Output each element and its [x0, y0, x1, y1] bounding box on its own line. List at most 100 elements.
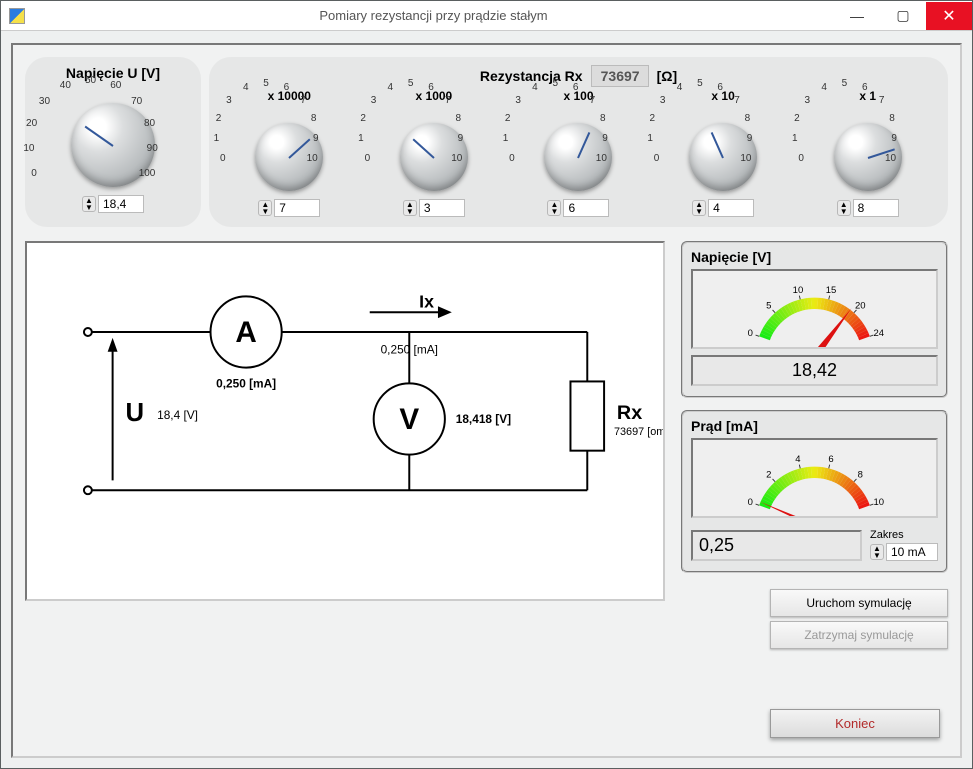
start-simulation-button[interactable]: Uruchom symulację: [770, 589, 948, 617]
decade-tick-label: 8: [311, 113, 317, 124]
decade-tick-label: 0: [654, 153, 660, 164]
voltage-tick-label: 70: [131, 96, 142, 107]
schem-ix-label: Ix: [419, 291, 434, 311]
voltage-tick-label: 30: [39, 96, 50, 107]
voltage-tick-label: 20: [26, 118, 37, 129]
decade-knob-scale: 012345678910: [790, 83, 946, 213]
decade-tick-label: 6: [862, 82, 868, 93]
voltage-meter-panel: Napięcie [V] 0510152024 18,42: [681, 241, 948, 398]
decade-tick-label: 7: [879, 95, 885, 106]
voltage-tick-label: 50: [85, 75, 96, 86]
end-button[interactable]: Koniec: [770, 709, 940, 738]
decade-tick-label: 10: [451, 153, 462, 164]
gauge-tick-label: 6: [828, 454, 833, 465]
decades-panel: Rezystancja Rx 73697 [Ω] x 1000001234567…: [209, 57, 948, 227]
voltage-panel-title: Napięcie U [V]: [35, 65, 191, 81]
decade-tick-label: 1: [358, 133, 364, 144]
gauge-tick-label: 0: [748, 497, 753, 508]
decade-tick-label: 7: [590, 95, 596, 106]
current-range-field[interactable]: 10 mA: [886, 543, 938, 561]
gauge-tick-label: 4: [795, 454, 800, 465]
decade-cell: x 100012345678910▲▼6: [515, 89, 641, 217]
decade-tick-label: 1: [214, 133, 220, 144]
minimize-button[interactable]: —: [834, 2, 880, 30]
decade-knob-scale: 012345678910: [645, 83, 801, 213]
decade-cell: x 10012345678910▲▼4: [660, 89, 786, 217]
decade-tick-label: 6: [717, 82, 723, 93]
decade-tick-label: 2: [505, 113, 511, 124]
decade-tick-label: 0: [365, 153, 371, 164]
decade-tick-label: 0: [509, 153, 515, 164]
voltage-tick-label: 40: [60, 80, 71, 91]
decade-tick-label: 8: [455, 113, 461, 124]
decade-tick-label: 3: [371, 95, 377, 106]
decade-tick-label: 10: [885, 153, 896, 164]
gauge-tick-label: 8: [858, 470, 863, 481]
decade-tick-label: 10: [740, 153, 751, 164]
voltage-tick-label: 90: [147, 143, 158, 154]
stop-simulation-button[interactable]: Zatrzymaj symulację: [770, 621, 948, 649]
schem-u-value: 18,4 [V]: [157, 408, 198, 422]
decade-tick-label: 0: [220, 153, 226, 164]
window-title: Pomiary rezystancji przy prądzie stałym: [33, 8, 834, 23]
rx-unit-label: [Ω]: [657, 68, 678, 84]
decade-cell: x 10000012345678910▲▼7: [226, 89, 352, 217]
close-button[interactable]: ✕: [926, 2, 972, 30]
decade-tick-label: 4: [821, 82, 827, 93]
gauge-tick-label: 5: [766, 301, 771, 312]
decade-knob-scale: 012345678910: [211, 83, 367, 213]
decade-tick-label: 6: [428, 82, 434, 93]
app-icon: [9, 8, 25, 24]
gauge-tick-label: 15: [826, 285, 837, 296]
voltage-tick-label: 10: [23, 143, 34, 154]
window-frame: Pomiary rezystancji przy prądzie stałym …: [0, 0, 973, 769]
decade-tick-label: 7: [300, 95, 306, 106]
voltage-tick-label: 80: [144, 118, 155, 129]
voltage-tick-label: 60: [110, 80, 121, 91]
decade-tick-label: 9: [313, 133, 319, 144]
schem-a-letter: A: [235, 316, 256, 349]
main-board: Napięcie U [V] 0102030405060708090100 ▲▼…: [11, 43, 962, 758]
gauge-tick-label: 10: [873, 497, 884, 508]
decade-cell: x 1012345678910▲▼8: [805, 89, 931, 217]
decade-tick-label: 8: [745, 113, 751, 124]
decade-tick-label: 7: [734, 95, 740, 106]
decade-tick-label: 0: [798, 153, 804, 164]
decade-tick-label: 9: [458, 133, 464, 144]
decade-tick-label: 3: [660, 95, 666, 106]
schem-v-letter: V: [399, 403, 419, 436]
schem-v-value: 18,418 [V]: [456, 412, 511, 426]
current-meter-panel: Prąd [mA] 0246810 0,25 Zakres ▲▼ 10 mA: [681, 410, 948, 573]
maximize-button[interactable]: ▢: [880, 2, 926, 30]
current-meter-gauge: 0246810: [691, 438, 938, 518]
decade-tick-label: 1: [503, 133, 509, 144]
schem-rx-value: 73697 [om]: [614, 426, 663, 438]
decade-tick-label: 7: [445, 95, 451, 106]
decade-tick-label: 2: [794, 113, 800, 124]
voltage-tick-label: 100: [139, 168, 156, 179]
current-range-spinner[interactable]: ▲▼: [870, 544, 884, 560]
decade-cell: x 1000012345678910▲▼3: [371, 89, 497, 217]
decade-tick-label: 8: [889, 113, 895, 124]
schem-a-value: 0,250 [mA]: [216, 376, 276, 390]
decade-tick-label: 3: [515, 95, 521, 106]
decade-tick-label: 5: [263, 78, 269, 89]
schem-rx-label: Rx: [617, 402, 642, 424]
voltage-meter-title: Napięcie [V]: [691, 249, 938, 265]
decade-tick-label: 10: [596, 153, 607, 164]
voltage-meter-gauge: 0510152024: [691, 269, 938, 349]
gauge-tick-label: 0: [748, 328, 753, 339]
voltage-meter-readout: 18,42: [691, 355, 938, 386]
decade-tick-label: 1: [792, 133, 798, 144]
decade-tick-label: 6: [284, 82, 290, 93]
decade-knob-scale: 012345678910: [500, 83, 656, 213]
decade-tick-label: 4: [677, 82, 683, 93]
decade-tick-label: 6: [573, 82, 579, 93]
title-bar: Pomiary rezystancji przy prądzie stałym …: [1, 1, 972, 31]
decade-tick-label: 10: [307, 153, 318, 164]
client-area: Napięcie U [V] 0102030405060708090100 ▲▼…: [1, 31, 972, 768]
current-range-label: Zakres: [870, 529, 904, 541]
decade-tick-label: 4: [243, 82, 249, 93]
decade-tick-label: 5: [697, 78, 703, 89]
gauge-tick-label: 20: [855, 301, 866, 312]
